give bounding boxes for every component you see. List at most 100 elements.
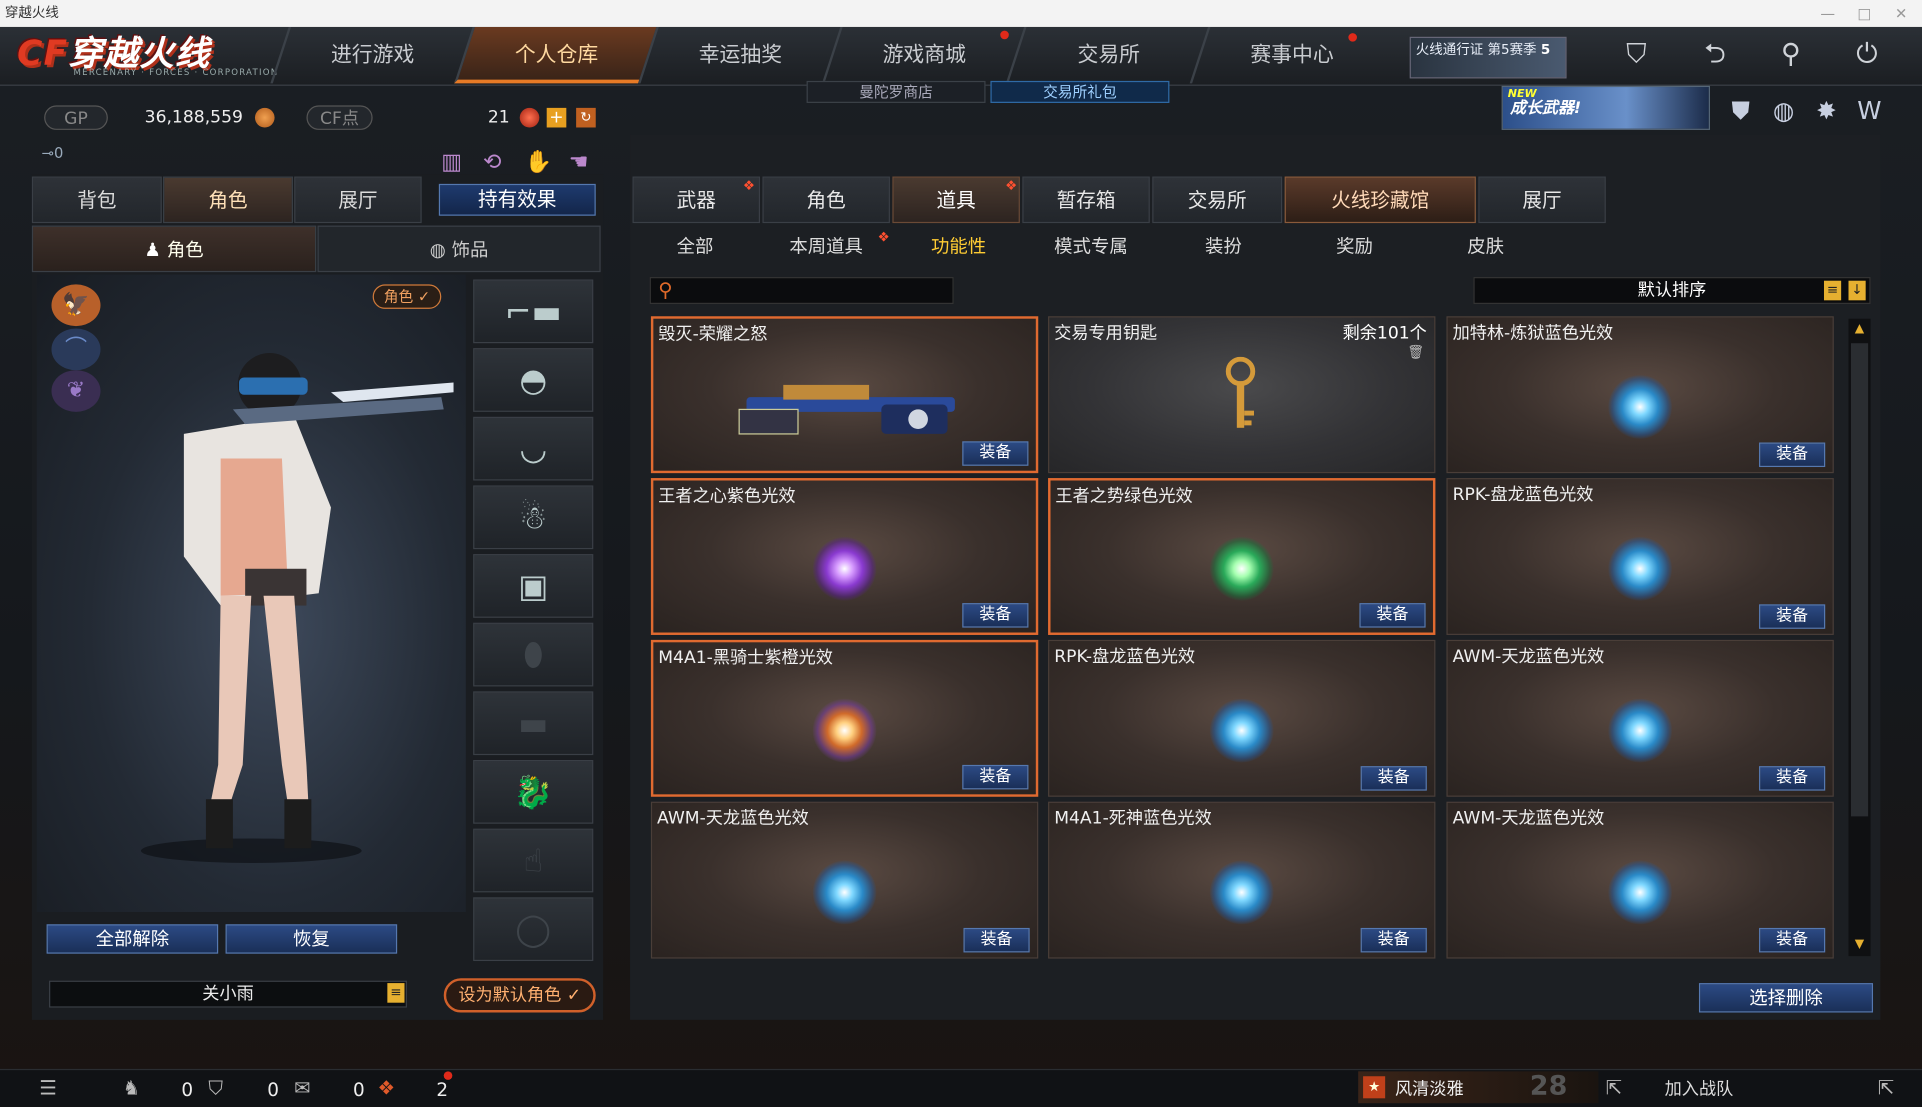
- clan-bar[interactable]: ★ 风清淡雅 28: [1358, 1071, 1599, 1104]
- shield-icon[interactable]: ⛉: [1616, 37, 1658, 74]
- eagle-badge-icon[interactable]: 🦅: [51, 284, 101, 327]
- slot-glove-empty[interactable]: ☝: [473, 828, 594, 893]
- subtab-character[interactable]: ♟ 角色: [31, 225, 317, 273]
- rotate-icon[interactable]: ⟲: [483, 150, 502, 176]
- wings-icon[interactable]: ⌒: [51, 328, 101, 371]
- item-card[interactable]: 毁灭-荣耀之怒 装备: [650, 316, 1039, 474]
- slot-dragon-pet[interactable]: 🐉: [473, 759, 594, 824]
- equip-button[interactable]: 装备: [962, 764, 1029, 790]
- subtab-accessories[interactable]: ◍ 饰品: [317, 225, 601, 273]
- role-badge[interactable]: 角色 ✓: [372, 284, 442, 309]
- filter-weekly[interactable]: 本周道具: [765, 233, 888, 260]
- sort-down-icon[interactable]: ↓: [1848, 280, 1866, 301]
- filter-all[interactable]: 全部: [634, 233, 757, 260]
- right-tab-treasure-hall[interactable]: 火线珍藏馆: [1284, 176, 1476, 224]
- item-card[interactable]: M4A1-死神蓝色光效 装备: [1048, 801, 1436, 959]
- item-card[interactable]: RPK-盘龙蓝色光效 装备: [1048, 639, 1436, 797]
- equip-button[interactable]: 装备: [1759, 442, 1826, 468]
- badge-v-icon[interactable]: ⛊: [1723, 93, 1757, 127]
- item-card[interactable]: RPK-盘龙蓝色光效 装备: [1446, 478, 1834, 635]
- sort-list-icon[interactable]: ≡: [1823, 280, 1842, 301]
- right-tab-characters[interactable]: 角色: [762, 176, 890, 224]
- filter-rewards[interactable]: 奖励: [1293, 233, 1416, 260]
- search-input[interactable]: ⚲: [649, 277, 954, 304]
- expand-icon[interactable]: ⇱: [1606, 1076, 1622, 1099]
- subnav-exchange-pack[interactable]: 交易所礼包: [990, 80, 1170, 103]
- subnav-mandala-shop[interactable]: 曼陀罗商店: [806, 80, 986, 103]
- item-card[interactable]: AWM-天龙蓝色光效 装备: [1446, 801, 1834, 959]
- hand-icon[interactable]: ☚: [569, 150, 589, 176]
- item-card[interactable]: AWM-天龙蓝色光效 装备: [650, 801, 1039, 959]
- right-tab-storage[interactable]: 暂存箱: [1022, 176, 1150, 224]
- unequip-all-button[interactable]: 全部解除: [46, 924, 219, 954]
- bird-icon[interactable]: ❦: [51, 370, 101, 412]
- character-name-field[interactable]: 关小雨: [49, 980, 407, 1008]
- scroll-up-icon[interactable]: ▲: [1851, 321, 1868, 338]
- slot-pumpkin-pendant[interactable]: ☃: [473, 485, 594, 550]
- equip-button[interactable]: 装备: [1759, 927, 1826, 953]
- item-card[interactable]: M4A1-黑骑士紫橙光效 装备: [650, 639, 1039, 797]
- sort-dropdown[interactable]: 默认排序: [1473, 277, 1871, 304]
- set-default-character-button[interactable]: 设为默认角色 ✓: [443, 978, 596, 1013]
- add-points-icon[interactable]: +: [546, 107, 567, 128]
- refresh-points-icon[interactable]: ↻: [576, 107, 596, 128]
- slot-sniper-rifle[interactable]: ⌐▬: [473, 279, 594, 344]
- character-preview[interactable]: [36, 274, 466, 912]
- maximize-icon[interactable]: □: [1846, 0, 1883, 27]
- growth-weapon-banner[interactable]: NEW 成长武器!: [1501, 85, 1710, 130]
- item-card[interactable]: 王者之心紫色光效 装备: [650, 478, 1039, 635]
- equip-button[interactable]: 装备: [1360, 927, 1427, 953]
- power-icon[interactable]: ⏻: [1846, 37, 1888, 74]
- nav-tab-inventory[interactable]: 个人仓库: [454, 26, 657, 84]
- name-list-icon[interactable]: ≡: [387, 983, 405, 1003]
- close-icon[interactable]: ✕: [1883, 0, 1920, 27]
- scroll-down-icon[interactable]: ▼: [1851, 937, 1868, 954]
- team-shield-icon[interactable]: ⛉: [208, 1076, 223, 1101]
- slot-backpack[interactable]: ▣: [473, 554, 594, 618]
- nav-tab-play[interactable]: 进行游戏: [270, 26, 473, 84]
- left-tab-character[interactable]: 角色: [163, 176, 293, 224]
- nav-tab-exchange[interactable]: 交易所: [1005, 26, 1208, 84]
- item-card[interactable]: 王者之势绿色光效 装备: [1048, 478, 1436, 635]
- filter-skins[interactable]: 皮肤: [1424, 233, 1547, 260]
- return-icon[interactable]: ⮌: [1694, 37, 1736, 74]
- item-card[interactable]: 加特林-炼狱蓝色光效 装备: [1446, 316, 1834, 474]
- expand-icon[interactable]: ⇱: [1878, 1076, 1894, 1099]
- nav-tab-events[interactable]: 赛事中心: [1189, 26, 1392, 84]
- equip-button[interactable]: 装备: [1360, 766, 1427, 791]
- owned-effects-button[interactable]: 持有效果: [438, 183, 596, 216]
- nav-tab-shop[interactable]: 游戏商城: [821, 26, 1025, 84]
- slot-helmet[interactable]: ◓: [473, 348, 594, 412]
- chat-icon[interactable]: ✉: [294, 1076, 310, 1099]
- friends-icon[interactable]: ♞: [123, 1076, 141, 1099]
- equip-button[interactable]: 装备: [1759, 766, 1826, 791]
- equip-button[interactable]: 装备: [963, 927, 1030, 953]
- globe-icon[interactable]: ◍: [1766, 93, 1800, 127]
- gift-box-icon[interactable]: ❖: [378, 1076, 396, 1099]
- item-card[interactable]: 交易专用钥匙 剩余101个 🗑: [1048, 316, 1436, 474]
- battle-pass-badge[interactable]: 火线通行证 第5赛季 5: [1409, 36, 1567, 79]
- right-tab-exchange[interactable]: 交易所: [1152, 176, 1283, 224]
- left-tab-backpack[interactable]: 背包: [31, 176, 162, 224]
- right-tab-showroom[interactable]: 展厅: [1478, 176, 1606, 224]
- slot-goggles[interactable]: ◡: [473, 416, 594, 481]
- trash-icon[interactable]: 🗑: [1407, 344, 1424, 361]
- equip-button[interactable]: 装备: [1359, 603, 1426, 628]
- menu-icon[interactable]: ☰: [39, 1076, 57, 1099]
- nav-tab-lottery[interactable]: 幸运抽奖: [638, 26, 841, 84]
- vip-w-icon[interactable]: W: [1852, 93, 1886, 127]
- filter-mode-exclusive[interactable]: 模式专属: [1030, 233, 1153, 260]
- grenade-icon[interactable]: ✸: [1809, 93, 1843, 127]
- filter-functional[interactable]: 功能性: [897, 233, 1020, 260]
- left-tab-showroom[interactable]: 展厅: [294, 176, 422, 224]
- filter-cosmetic[interactable]: 装扮: [1162, 233, 1285, 260]
- join-team-label[interactable]: 加入战队: [1665, 1076, 1734, 1101]
- restore-button[interactable]: 恢复: [225, 924, 398, 954]
- right-tab-weapons[interactable]: 武器: [632, 176, 760, 224]
- select-delete-button[interactable]: 选择删除: [1698, 983, 1874, 1013]
- minimize-icon[interactable]: —: [1809, 0, 1846, 27]
- equip-button[interactable]: 装备: [1759, 604, 1826, 629]
- pose-icon[interactable]: ✋: [525, 150, 552, 176]
- slot-pants-empty[interactable]: ▬: [473, 691, 594, 756]
- scrollbar-thumb[interactable]: [1850, 343, 1869, 817]
